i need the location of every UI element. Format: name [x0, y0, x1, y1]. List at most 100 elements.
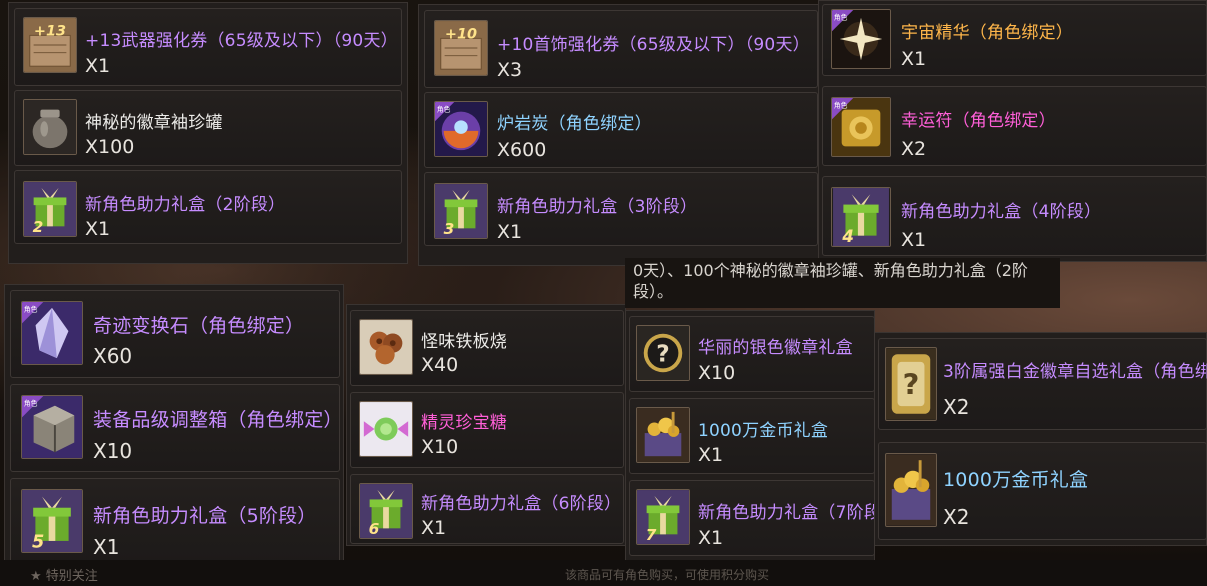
item-name: 奇迹变换石（角色绑定） [93, 315, 305, 337]
item-name: 3阶属强白金徽章自选礼盒（角色绑定） [943, 362, 1207, 382]
gold-box-icon [636, 407, 690, 463]
item-quantity: X3 [497, 59, 523, 81]
item-quantity: X100 [85, 136, 135, 158]
crystal-icon: 角色 [21, 301, 83, 365]
item-tooltip: 0天）、100个神秘的徽章袖珍罐、新角色助力礼盒（2阶段）。 [625, 258, 1060, 308]
item-quantity: X1 [698, 444, 724, 466]
item-slot[interactable]: ? 华丽的银色徽章礼盒 X10 [629, 316, 875, 392]
icon-overlay-text: 4 [841, 227, 854, 246]
item-slot[interactable]: 角色 宇宙精华（角色绑定） X1 [822, 4, 1207, 76]
item-name: 新角色助力礼盒（3阶段） [497, 197, 698, 217]
item-name: 新角色助力礼盒（6阶段） [421, 494, 622, 514]
item-quantity: X2 [943, 395, 970, 419]
item-name: 幸运符（角色绑定） [901, 111, 1056, 131]
item-quantity: X60 [93, 344, 133, 368]
item-quantity: X2 [901, 138, 927, 160]
item-slot[interactable]: 5 新角色助力礼盒（5阶段） X1 [10, 478, 340, 564]
icon-overlay-text: 2 [33, 218, 44, 236]
gift-box-icon: 2 [23, 181, 77, 237]
item-quantity: X10 [93, 439, 133, 463]
item-slot[interactable]: 怪味铁板烧 X40 [350, 310, 624, 386]
gift-box-icon: 3 [434, 183, 488, 239]
item-quantity: X1 [421, 517, 447, 539]
icon-overlay-text: ? [656, 342, 669, 368]
item-name: +10首饰强化券（65级及以下）（90天） [497, 35, 810, 55]
icon-overlay-text: 角色 [437, 105, 451, 114]
item-name: 1000万金币礼盒 [943, 469, 1089, 491]
item-quantity: X1 [85, 55, 111, 77]
cosmic-essence-icon: 角色 [831, 9, 891, 69]
item-name: 新角色助力礼盒（5阶段） [93, 505, 317, 527]
item-quantity: X40 [421, 354, 459, 376]
item-slot[interactable]: 神秘的徽章袖珍罐 X100 [14, 90, 402, 166]
item-slot[interactable]: 2 新角色助力礼盒（2阶段） X1 [14, 170, 402, 244]
item-quantity: X1 [85, 218, 111, 240]
item-name: 新角色助力礼盒（2阶段） [85, 195, 286, 215]
item-name: 宇宙精华（角色绑定） [901, 23, 1073, 43]
icon-overlay-text: 角色 [834, 13, 848, 22]
item-name: 炉岩炭（角色绑定） [497, 114, 652, 134]
icon-overlay-text: 5 [32, 533, 44, 552]
item-name: 精灵珍宝糖 [421, 413, 507, 433]
item-slot[interactable]: 角色 幸运符（角色绑定） X2 [822, 86, 1207, 166]
icon-overlay-text: 角色 [24, 399, 38, 408]
item-quantity: X1 [698, 527, 724, 549]
item-name: 新角色助力礼盒（4阶段） [901, 202, 1102, 222]
item-name: 1000万金币礼盒 [698, 421, 829, 441]
icon-overlay-text: 7 [646, 526, 657, 544]
icon-overlay-text: 角色 [24, 305, 38, 314]
teppanyaki-icon [359, 319, 413, 375]
icon-overlay-text: ? [903, 368, 920, 402]
icon-overlay-text: 3 [444, 220, 455, 238]
icon-overlay-text: 6 [369, 520, 380, 538]
gift-box-icon: 4 [831, 187, 891, 247]
gift-box-icon: 7 [636, 489, 690, 545]
item-slot[interactable]: +13 +13武器强化券（65级及以下）（90天） X1 [14, 8, 402, 86]
item-slot[interactable]: 角色 奇迹变换石（角色绑定） X60 [10, 290, 340, 378]
item-quantity: X10 [421, 436, 459, 458]
item-quantity: X1 [901, 229, 927, 251]
item-slot[interactable]: 7 新角色助力礼盒（7阶段） X1 [629, 480, 875, 556]
furnace-coal-icon: 角色 [434, 101, 488, 157]
tooltip-text: 0天）、100个神秘的徽章袖珍罐、新角色助力礼盒（2阶段）。 [633, 261, 1028, 301]
item-name: 神秘的徽章袖珍罐 [85, 113, 223, 133]
lucky-charm-icon: 角色 [831, 97, 891, 157]
upgrade-ticket-13-icon: +13 [23, 17, 77, 73]
icon-overlay-text: +10 [445, 26, 477, 42]
item-slot[interactable]: 4 新角色助力礼盒（4阶段） X1 [822, 176, 1207, 256]
item-slot[interactable]: 1000万金币礼盒 X1 [629, 398, 875, 474]
item-quantity: X1 [93, 535, 120, 559]
item-slot[interactable]: 1000万金币礼盒 X2 [878, 442, 1207, 540]
gold-badge-icon: ? [885, 347, 937, 421]
item-quantity: X1 [497, 221, 523, 243]
item-slot[interactable]: 角色 装备品级调整箱（角色绑定） X10 [10, 384, 340, 472]
item-slot[interactable]: ? 3阶属强白金徽章自选礼盒（角色绑定） X2 [878, 338, 1207, 430]
item-slot[interactable]: 精灵珍宝糖 X10 [350, 392, 624, 468]
item-slot[interactable]: 6 新角色助力礼盒（6阶段） X1 [350, 474, 624, 544]
item-name: 华丽的银色徽章礼盒 [698, 338, 853, 358]
item-name: 装备品级调整箱（角色绑定） [93, 409, 339, 431]
jar-icon [23, 99, 77, 155]
special-focus-tab[interactable]: ★ 特别关注 [30, 565, 98, 584]
item-slot[interactable]: +10 +10首饰强化券（65级及以下）（90天） X3 [424, 10, 818, 88]
gift-box-icon: 5 [21, 489, 83, 553]
item-quantity: X600 [497, 139, 547, 161]
item-name: 怪味铁板烧 [421, 332, 507, 352]
gold-box-icon [885, 453, 937, 527]
upgrade-ticket-10-icon: +10 [434, 20, 488, 76]
item-name: +13武器强化券（65级及以下）（90天） [85, 31, 398, 51]
purchase-notice: 该商品可有角色购买，可使用积分购买 [565, 568, 770, 582]
item-slot[interactable]: 3 新角色助力礼盒（3阶段） X1 [424, 172, 818, 246]
item-quantity: X2 [943, 505, 970, 529]
item-quantity: X10 [698, 362, 736, 384]
gift-box-icon: 6 [359, 483, 413, 539]
mystery-badge-icon: ? [636, 325, 690, 381]
item-name: 新角色助力礼盒（7阶段） [698, 503, 874, 523]
cube-box-icon: 角色 [21, 395, 83, 459]
item-quantity: X1 [901, 48, 927, 70]
special-focus-label: 特别关注 [45, 569, 98, 584]
candy-icon [359, 401, 413, 457]
icon-overlay-text: +13 [34, 23, 66, 39]
icon-overlay-text: 角色 [834, 101, 848, 110]
item-slot[interactable]: 角色 炉岩炭（角色绑定） X600 [424, 92, 818, 168]
